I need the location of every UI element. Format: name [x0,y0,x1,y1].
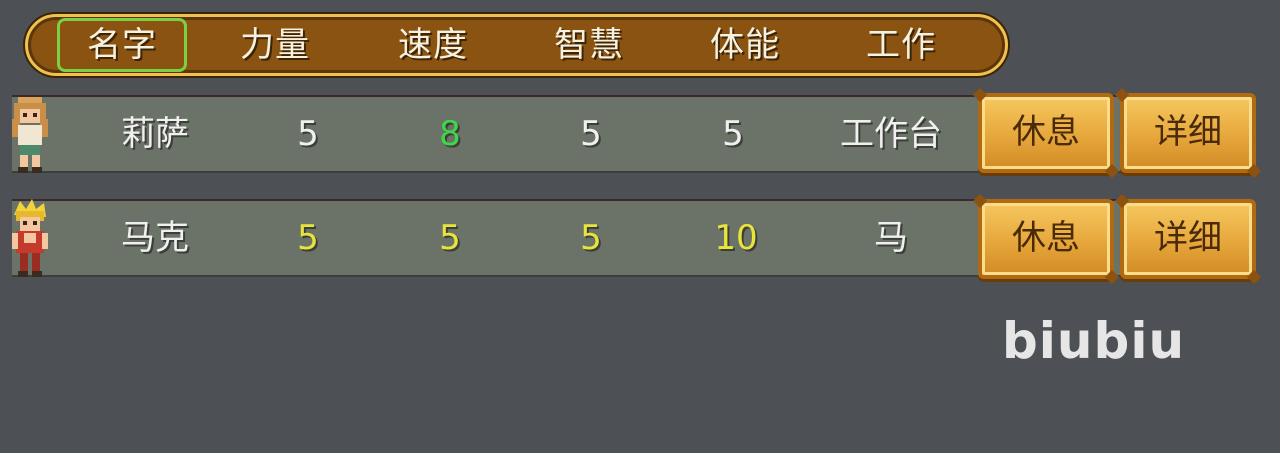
worker-strength: 5 [297,218,319,258]
worker-wisdom: 5 [580,114,602,154]
worker-name: 莉萨 [121,114,189,154]
worker-speed: 5 [439,218,461,258]
worker-stamina: 10 [714,218,758,258]
worker-stamina: 5 [722,114,744,154]
worker-avatar-icon [12,199,48,277]
header-speed[interactable]: 速度 [378,23,488,67]
worker-avatar-icon [12,97,48,173]
header-wisdom[interactable]: 智慧 [534,23,644,67]
detail-button[interactable]: 详细 [1120,199,1256,279]
header-strength[interactable]: 力量 [220,23,330,67]
rest-button[interactable]: 休息 [978,93,1114,173]
worker-row: 马克 5 5 5 10 马 休息 详细 [0,199,1280,279]
worker-job: 马 [874,218,908,258]
worker-name: 马克 [121,218,189,258]
rest-button[interactable]: 休息 [978,199,1114,279]
worker-wisdom: 5 [580,218,602,258]
header-job[interactable]: 工作 [846,23,956,67]
worker-job: 工作台 [840,114,942,154]
stats-header-bar: 名字 力量 速度 智慧 体能 工作 [25,14,1008,76]
header-name[interactable]: 名字 [57,18,187,72]
worker-row: 莉萨 5 8 5 5 工作台 休息 详细 [0,93,1280,175]
worker-strength: 5 [297,114,319,154]
worker-speed: 8 [439,114,461,154]
watermark-logo: biubiu [1002,312,1186,370]
header-stamina[interactable]: 体能 [690,23,800,67]
detail-button[interactable]: 详细 [1120,93,1256,173]
